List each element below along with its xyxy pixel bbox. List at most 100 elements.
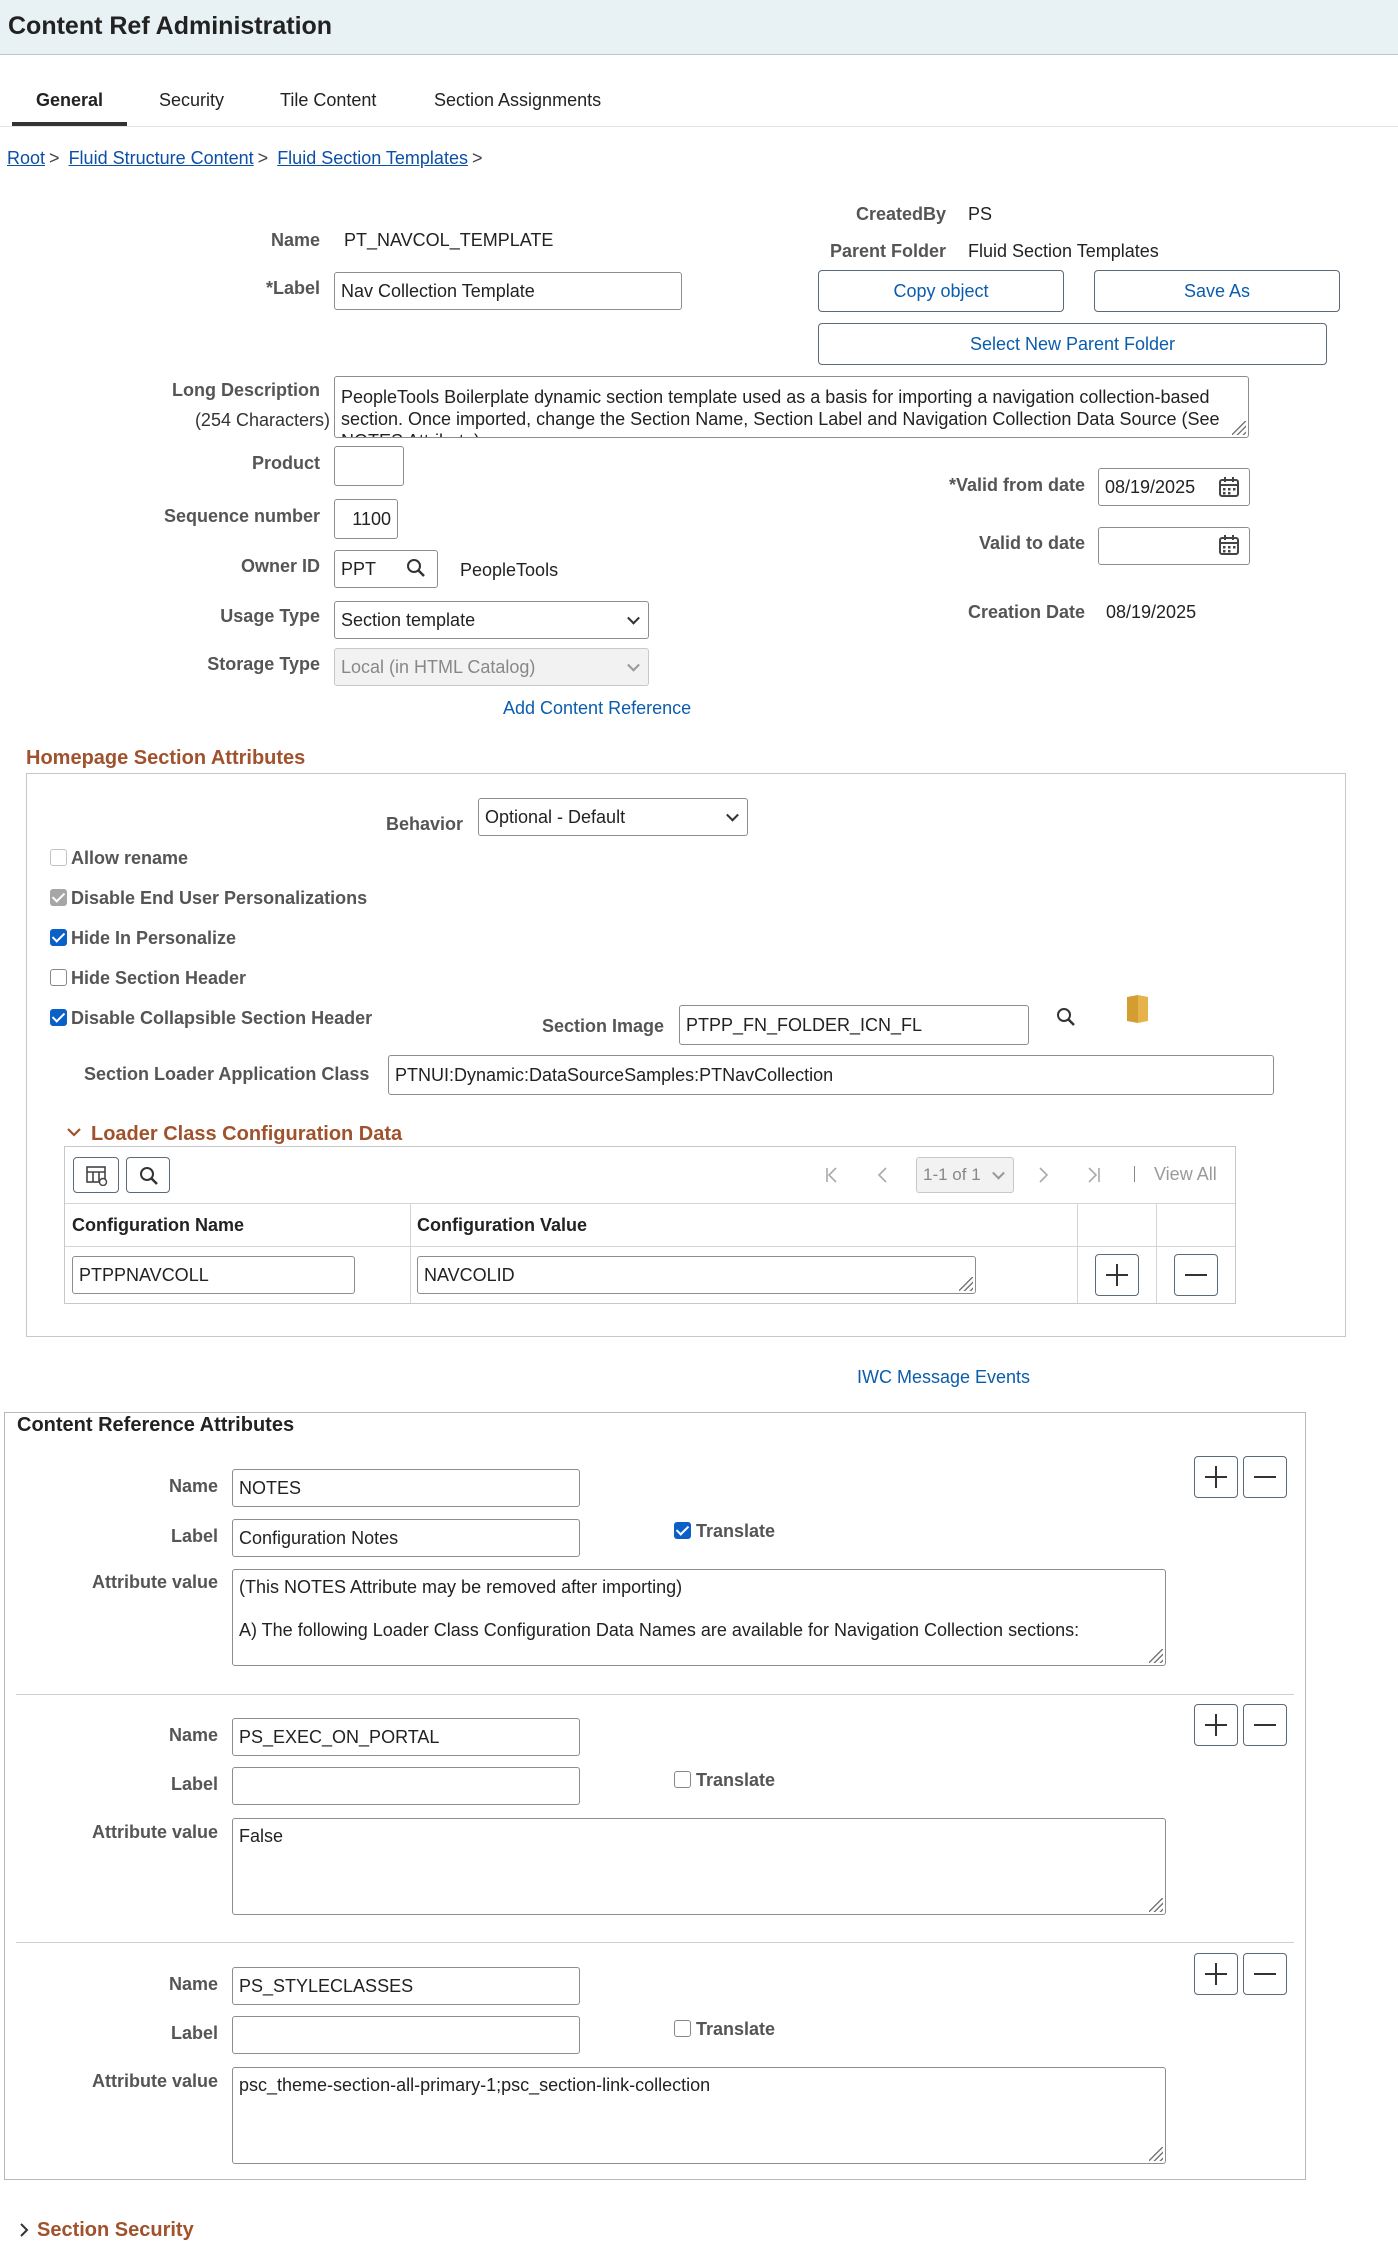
createdby-label: CreatedBy xyxy=(855,204,946,224)
find-in-grid-button[interactable] xyxy=(126,1157,170,1193)
copy-object-button[interactable]: Copy object xyxy=(818,270,1064,312)
configuration-name-value: PTPPNAVCOLL xyxy=(79,1264,209,1285)
attr-label-input[interactable] xyxy=(232,2016,580,2054)
valid-to-date-label: Valid to date xyxy=(978,533,1085,553)
tabs-divider xyxy=(0,126,1398,127)
row-range-value: 1-1 of 1 xyxy=(923,1165,981,1184)
usage-type-select[interactable]: Section template xyxy=(334,601,649,639)
save-as-button[interactable]: Save As xyxy=(1094,270,1340,312)
behavior-value: Optional - Default xyxy=(485,806,626,827)
attr-label-input[interactable] xyxy=(232,1767,580,1805)
translate-label: Translate xyxy=(696,1521,776,1541)
long-description-textarea[interactable]: PeopleTools Boilerplate dynamic section … xyxy=(334,376,1249,438)
attr-label-input[interactable]: Configuration Notes xyxy=(232,1519,580,1557)
chevron-right-icon[interactable] xyxy=(18,2222,30,2238)
tab-general[interactable]: General xyxy=(36,90,103,111)
attr-name-input[interactable]: PS_EXEC_ON_PORTAL xyxy=(232,1718,580,1756)
hide-in-personalize-checkbox[interactable] xyxy=(50,929,67,946)
pager-divider xyxy=(1134,1166,1135,1182)
translate-checkbox[interactable] xyxy=(674,2020,691,2037)
owner-description: PeopleTools xyxy=(460,560,559,580)
long-description-label: Long Description xyxy=(172,380,320,400)
select-new-parent-folder-button[interactable]: Select New Parent Folder xyxy=(818,323,1327,365)
resize-grip-icon[interactable] xyxy=(1149,1898,1163,1912)
configuration-name-input[interactable]: PTPPNAVCOLL xyxy=(72,1256,355,1294)
translate-checkbox[interactable] xyxy=(674,1522,691,1539)
behavior-label: Behavior xyxy=(386,814,464,834)
usage-type-value: Section template xyxy=(341,609,476,630)
tab-section-assignments[interactable]: Section Assignments xyxy=(434,90,601,111)
valid-from-date-label: *Valid from date xyxy=(948,475,1085,495)
section-loader-application-class-input[interactable]: PTNUI:Dynamic:DataSourceSamples:PTNavCol… xyxy=(388,1055,1274,1095)
section-loader-application-class-label: Section Loader Application Class xyxy=(84,1064,370,1084)
resize-grip-icon[interactable] xyxy=(959,1277,973,1291)
translate-checkbox[interactable] xyxy=(674,1771,691,1788)
breadcrumb-fluid-section-templates[interactable]: Fluid Section Templates xyxy=(277,148,468,168)
behavior-select[interactable]: Optional - Default xyxy=(478,798,748,836)
sequence-number-input[interactable]: 1100 xyxy=(334,499,398,539)
folder-image-icon xyxy=(1127,995,1148,1023)
long-description-sublabel: (254 Characters) xyxy=(194,410,330,430)
section-security-title[interactable]: Section Security xyxy=(37,2219,194,2242)
calendar-icon[interactable] xyxy=(1218,476,1240,498)
delete-row-button[interactable] xyxy=(1174,1254,1218,1296)
section-image-label: Section Image xyxy=(542,1016,665,1036)
delete-attribute-button[interactable] xyxy=(1243,1704,1287,1746)
hide-section-header-checkbox[interactable] xyxy=(50,969,67,986)
attr-name-input[interactable]: PS_STYLECLASSES xyxy=(232,1967,580,2005)
chevron-down-icon xyxy=(627,658,640,672)
chevron-down-icon[interactable] xyxy=(66,1126,82,1138)
configuration-value-input[interactable]: NAVCOLID xyxy=(417,1256,976,1294)
tab-security[interactable]: Security xyxy=(159,90,224,111)
add-content-reference-link[interactable]: Add Content Reference xyxy=(503,698,691,719)
disable-end-user-personalizations-checkbox xyxy=(50,889,67,906)
search-icon[interactable] xyxy=(406,558,426,578)
attr-value-textarea[interactable]: False xyxy=(232,1818,1166,1915)
attr-name-input[interactable]: NOTES xyxy=(232,1469,580,1507)
attr-value-textarea[interactable]: psc_theme-section-all-primary-1;psc_sect… xyxy=(232,2067,1166,2164)
view-all-link: View All xyxy=(1154,1164,1217,1184)
title-bar: Content Ref Administration xyxy=(0,0,1398,55)
search-icon[interactable] xyxy=(1056,1007,1076,1027)
attr-value-line: False xyxy=(239,1826,284,1846)
label-input[interactable]: Nav Collection Template xyxy=(334,272,682,310)
add-row-button[interactable] xyxy=(1095,1254,1139,1296)
delete-attribute-button[interactable] xyxy=(1243,1953,1287,1995)
allow-rename-checkbox xyxy=(50,849,67,866)
configuration-value-header: Configuration Value xyxy=(417,1215,588,1235)
breadcrumb: Root > Fluid Structure Content > Fluid Sec… xyxy=(7,148,486,169)
resize-grip-icon[interactable] xyxy=(1232,421,1246,435)
section-loader-application-class-value: PTNUI:Dynamic:DataSourceSamples:PTNavCol… xyxy=(395,1064,834,1085)
resize-grip-icon[interactable] xyxy=(1149,2147,1163,2161)
breadcrumb-separator: > xyxy=(471,148,483,168)
attr-label-label: Label xyxy=(170,1774,218,1794)
attr-label-value: Configuration Notes xyxy=(239,1527,399,1548)
iwc-message-events-link[interactable]: IWC Message Events xyxy=(857,1367,1030,1388)
breadcrumb-fluid-structure-content[interactable]: Fluid Structure Content xyxy=(69,148,254,168)
calendar-icon[interactable] xyxy=(1218,534,1240,556)
disable-collapsible-section-header-checkbox[interactable] xyxy=(50,1009,67,1026)
loader-class-config-title[interactable]: Loader Class Configuration Data xyxy=(91,1123,402,1146)
next-page-icon xyxy=(1039,1167,1049,1183)
personalize-grid-button[interactable] xyxy=(73,1157,119,1193)
product-input[interactable] xyxy=(334,446,404,486)
resize-grip-icon[interactable] xyxy=(1149,1649,1163,1663)
add-attribute-button[interactable] xyxy=(1194,1953,1238,1995)
add-attribute-button[interactable] xyxy=(1194,1704,1238,1746)
section-image-input[interactable]: PTPP_FN_FOLDER_ICN_FL xyxy=(679,1005,1029,1045)
translate-label: Translate xyxy=(696,2019,776,2039)
attr-value-line: (This NOTES Attribute may be removed aft… xyxy=(239,1577,683,1597)
add-attribute-button[interactable] xyxy=(1194,1456,1238,1498)
owner-id-label: Owner ID xyxy=(240,556,320,576)
grid-col-divider xyxy=(410,1203,411,1303)
attr-value-line: A) The following Loader Class Configurat… xyxy=(239,1620,1080,1640)
tab-tile-content[interactable]: Tile Content xyxy=(280,90,376,111)
breadcrumb-separator: > xyxy=(49,148,60,168)
delete-attribute-button[interactable] xyxy=(1243,1456,1287,1498)
breadcrumb-root[interactable]: Root xyxy=(7,148,45,168)
attr-value-textarea[interactable]: (This NOTES Attribute may be removed aft… xyxy=(232,1569,1166,1666)
first-page-icon xyxy=(826,1167,837,1183)
label-label: *Label xyxy=(265,278,320,298)
attr-name-label: Name xyxy=(168,1476,218,1496)
hide-section-header-label: Hide Section Header xyxy=(71,968,247,988)
